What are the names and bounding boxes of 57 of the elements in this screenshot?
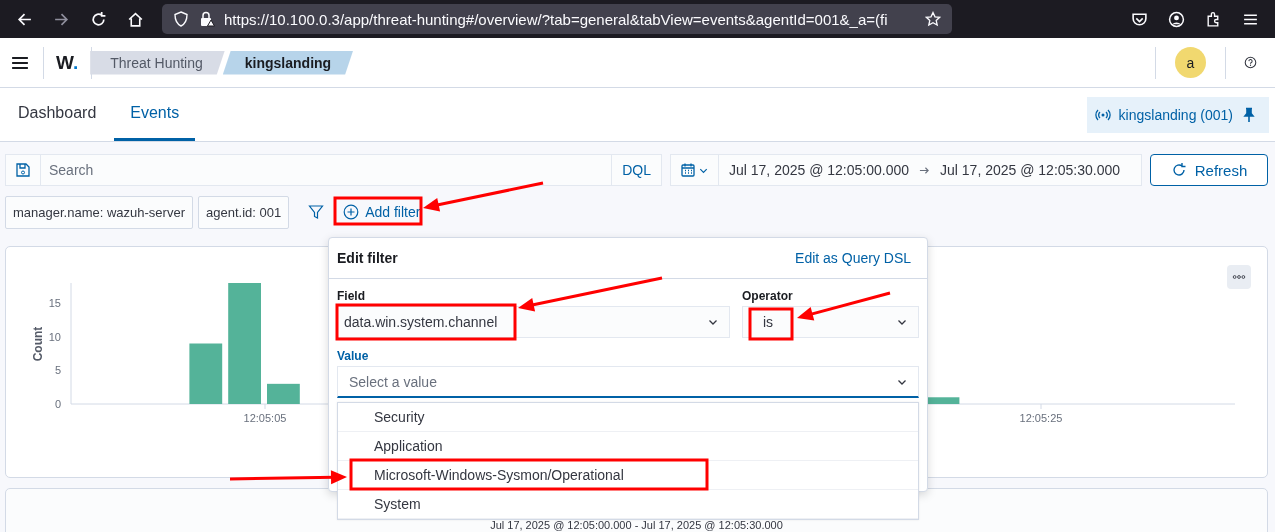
bar: [926, 397, 960, 404]
highlight-box: [748, 307, 794, 341]
tab[interactable]: Events: [114, 88, 196, 141]
address-bar[interactable]: https://10.100.0.3/app/threat-hunting#/overview/?tab=general&tabView=events&agentId=001&_a=(fi: [162, 4, 952, 34]
bar: [189, 343, 223, 404]
refresh-icon: [1170, 162, 1187, 178]
plus-circle-icon: [343, 204, 360, 220]
breadcrumb[interactable]: Threat Hunting: [90, 50, 225, 75]
operator-select[interactable]: is: [742, 306, 919, 338]
logo[interactable]: W.: [56, 51, 79, 74]
tick-label: 10: [48, 330, 61, 343]
edit-query-dsl-link[interactable]: Edit as Query DSL: [795, 250, 911, 266]
shield-icon: [173, 11, 189, 27]
filter-icon[interactable]: [308, 204, 325, 220]
save-icon: [15, 162, 31, 178]
tick-label: 15: [48, 297, 61, 310]
tick-label: 12:05:05: [243, 412, 287, 424]
agent-badge[interactable]: kingslanding (001): [1086, 96, 1269, 133]
option[interactable]: System: [338, 490, 918, 519]
tab[interactable]: Dashboard: [2, 88, 113, 141]
add-filter-button[interactable]: Add filter: [341, 204, 423, 220]
tick-label: 0: [54, 398, 61, 410]
star-icon[interactable]: [925, 11, 941, 27]
search-bar[interactable]: Search DQL: [5, 154, 662, 186]
field-label: Field: [337, 289, 366, 304]
popover-title: Edit filter: [337, 250, 398, 266]
option[interactable]: Security: [338, 403, 918, 432]
search-field[interactable]: Search: [41, 156, 612, 184]
refresh-button[interactable]: Refresh: [1150, 154, 1268, 186]
calendar-icon: [680, 162, 696, 178]
avatar[interactable]: a: [1175, 47, 1206, 78]
value-select[interactable]: Select a value: [337, 366, 919, 398]
tick-label: 12:05:25: [1019, 412, 1063, 424]
pin-icon[interactable]: [1241, 106, 1257, 123]
account-icon[interactable]: [1168, 10, 1185, 28]
help-icon[interactable]: [1244, 56, 1257, 69]
bar: [267, 383, 300, 404]
breadcrumb[interactable]: kingslanding: [222, 50, 354, 75]
start-date[interactable]: Jul 17, 2025 @ 12:05:00.000: [719, 162, 920, 178]
option[interactable]: Application: [338, 432, 918, 461]
time-range-text: Jul 17, 2025 @ 12:05:00.000 - Jul 17, 2025 @ 12:05:30.000: [490, 519, 783, 532]
query-language-button[interactable]: DQL: [611, 155, 661, 185]
end-date[interactable]: Jul 17, 2025 @ 12:05:30.000: [930, 162, 1131, 178]
pocket-icon[interactable]: [1131, 10, 1148, 28]
filter-pill[interactable]: manager.name: wazuh-server: [5, 195, 193, 229]
tick-label: 5: [54, 364, 61, 377]
filter-pill[interactable]: agent.id: 001: [198, 195, 290, 229]
field-select[interactable]: data.win.system.channel: [337, 306, 730, 338]
home-icon[interactable]: [127, 10, 144, 28]
options-button[interactable]: [1227, 265, 1251, 289]
more-icon: [1232, 274, 1246, 280]
agent-name[interactable]: kingslanding (001): [1118, 106, 1233, 123]
lock-warning-icon: [199, 11, 215, 27]
operator-label: Operator: [742, 289, 794, 304]
value-label: Value: [337, 349, 370, 364]
reload-icon[interactable]: [90, 10, 107, 28]
axis-title: Count: [31, 326, 45, 362]
